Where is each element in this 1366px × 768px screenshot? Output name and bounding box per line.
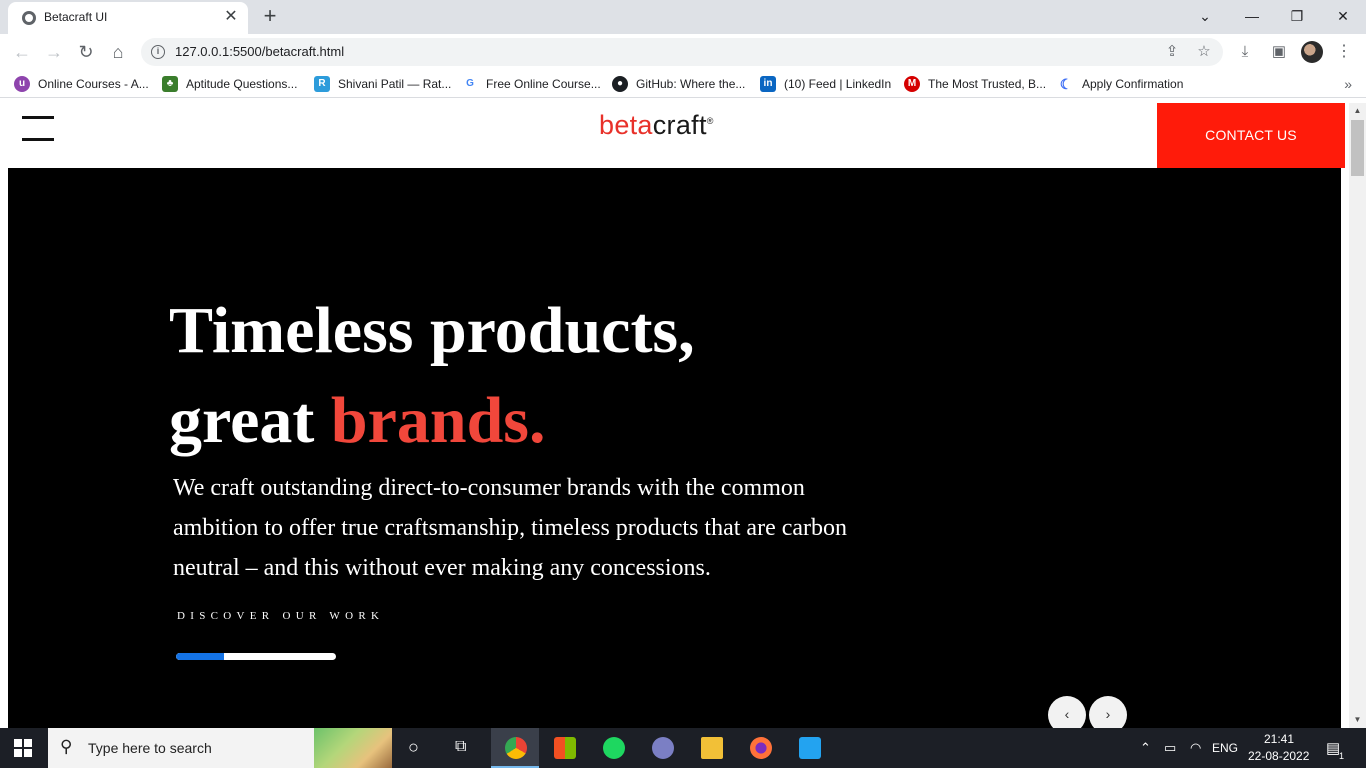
hamburger-menu-icon[interactable] [22,116,54,142]
windows-taskbar: ⚲ Type here to search ○ ⧉ ⌃ ▭ ◠ ENG 21:4… [0,728,1366,768]
share-icon[interactable]: ⇪ [1161,41,1183,63]
wifi-icon[interactable]: ◠ [1190,740,1201,756]
browser-tab[interactable]: Betacraft UI ✕ [8,2,248,34]
notification-count: 1 [1339,751,1345,761]
hero-headline: Timeless products, great brands. [169,286,969,466]
forward-arrow-icon[interactable]: → [42,40,66,64]
search-placeholder: Type here to search [88,740,212,756]
address-bar[interactable]: i 127.0.0.1:5500/betacraft.html ⇪ ☆ [141,38,1223,66]
search-icon: ⚲ [60,737,73,756]
side-panel-icon[interactable]: ▣ [1268,41,1290,63]
headline-line-2: great [169,384,331,457]
close-tab-icon[interactable]: ✕ [222,8,240,26]
headline-line-1: Timeless products, [169,294,695,367]
site-header: betacraft® CONTACT US [0,103,1349,168]
bookmark-label: Aptitude Questions... [186,77,298,91]
spotify-icon[interactable] [589,728,637,768]
bookmark-item[interactable]: ● GitHub: Where the... [612,75,745,93]
url-text[interactable]: 127.0.0.1:5500/betacraft.html [175,44,344,59]
close-window-button[interactable]: ✕ [1331,4,1355,28]
clock-time[interactable]: 21:41 [1264,732,1294,746]
hero-section: Timeless products, great brands. We craf… [8,168,1341,728]
bookmark-icon: G [462,76,478,92]
tray-chevron-icon[interactable]: ⌃ [1140,740,1151,756]
download-icon[interactable]: ⤓ [1234,41,1256,63]
battery-icon[interactable]: ▭ [1164,740,1176,756]
bookmark-item[interactable]: M The Most Trusted, B... [904,75,1046,93]
page-scrollbar[interactable]: ▲ ▼ [1349,103,1366,728]
cortana-icon[interactable]: ○ [408,737,419,758]
arc-icon[interactable] [638,728,686,768]
bookmark-label: The Most Trusted, B... [928,77,1047,91]
slider-progress-bar [176,653,336,660]
bookmark-icon: ♣ [162,76,178,92]
star-icon[interactable]: ☆ [1193,41,1215,63]
bookmark-item[interactable]: ☾ Apply Confirmation [1058,75,1183,93]
logo-registered-mark: ® [706,116,714,126]
bookmark-icon: ☾ [1058,76,1074,92]
slider-prev-button[interactable]: ‹ [1048,696,1086,728]
home-icon[interactable]: ⌂ [106,40,130,64]
linkedin-icon: in [760,76,776,92]
discover-our-work-link[interactable]: DISCOVER OUR WORK [177,610,384,622]
bookmark-item[interactable]: ♣ Aptitude Questions... [162,75,297,93]
new-tab-button[interactable]: + [258,4,282,28]
logo-craft: craft [652,110,707,140]
site-info-icon[interactable]: i [151,45,165,59]
clock-date[interactable]: 22-08-2022 [1248,749,1309,763]
bookmark-icon: M [904,76,920,92]
logo-beta: beta [599,110,653,140]
slider-progress-fill [176,653,224,660]
bookmark-label: (10) Feed | LinkedIn [784,77,892,91]
profile-avatar[interactable] [1301,41,1323,63]
tab-search-chevron-icon[interactable]: ⌄ [1193,4,1217,28]
chrome-icon[interactable] [491,728,539,768]
tab-strip: Betacraft UI ✕ + ⌄ — ❐ ✕ [0,0,1366,34]
search-highlight-image [314,728,392,768]
vscode-icon[interactable] [785,728,833,768]
menu-icon[interactable]: ⋮ [1336,41,1352,63]
bookmark-label: Apply Confirmation [1082,77,1184,91]
bookmark-icon: R [314,76,330,92]
scroll-thumb[interactable] [1351,120,1364,176]
back-arrow-icon[interactable]: ← [10,40,34,64]
scroll-down-icon[interactable]: ▼ [1349,712,1366,728]
bookmarks-bar: u Online Courses - A... ♣ Aptitude Quest… [0,70,1366,98]
minimize-button[interactable]: — [1240,4,1264,28]
bookmark-label: Free Online Course... [486,77,601,91]
bookmark-label: Online Courses - A... [38,77,149,91]
more-bookmarks-icon[interactable]: » [1344,76,1352,92]
bookmark-label: Shivani Patil — Rat... [338,77,452,91]
tab-title: Betacraft UI [44,10,108,24]
restore-button[interactable]: ❐ [1285,4,1309,28]
page-viewport: betacraft® CONTACT US Timeless products,… [0,103,1349,728]
site-logo[interactable]: betacraft® [599,110,714,141]
bookmark-item[interactable]: G Free Online Course... [462,75,601,93]
taskbar-search-box[interactable]: ⚲ Type here to search [48,728,392,768]
slider-next-button[interactable]: › [1089,696,1127,728]
bookmark-item[interactable]: u Online Courses - A... [14,75,149,93]
file-explorer-icon[interactable] [687,728,735,768]
globe-icon [22,11,36,25]
language-indicator[interactable]: ENG [1212,741,1238,755]
headline-accent: brands. [330,384,546,457]
bookmark-label: GitHub: Where the... [636,77,746,91]
scroll-up-icon[interactable]: ▲ [1349,103,1366,119]
reload-icon[interactable]: ↻ [74,40,98,64]
windows-start-icon[interactable] [14,739,32,757]
github-icon: ● [612,76,628,92]
store-icon[interactable] [540,728,588,768]
bookmark-item[interactable]: R Shivani Patil — Rat... [314,75,451,93]
firefox-icon[interactable] [736,728,784,768]
browser-toolbar: ← → ↻ ⌂ i 127.0.0.1:5500/betacraft.html … [0,34,1366,70]
contact-us-button[interactable]: CONTACT US [1157,103,1345,168]
bookmark-item[interactable]: in (10) Feed | LinkedIn [760,75,891,93]
bookmark-icon: u [14,76,30,92]
hero-description: We craft outstanding direct-to-consumer … [173,475,848,581]
task-view-icon[interactable]: ⧉ [455,738,466,756]
